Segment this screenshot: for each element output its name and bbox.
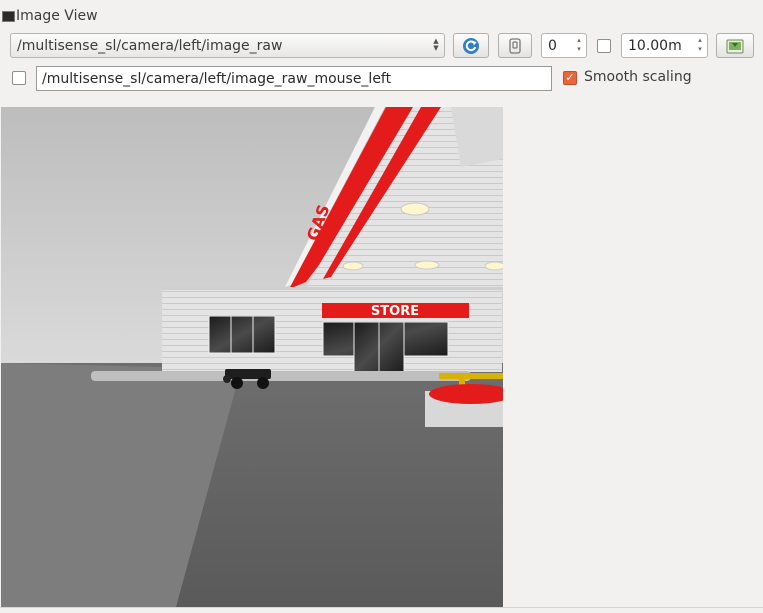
store-window [208, 315, 276, 354]
robot-wheel [231, 377, 243, 389]
distance-spinbox-value: 10.00m [628, 37, 682, 54]
distance-checkbox[interactable] [597, 39, 611, 53]
mouse-topic-value: /multisense_sl/camera/left/image_raw_mou… [42, 70, 392, 87]
rotate-icon [509, 37, 521, 54]
save-image-icon [726, 39, 744, 53]
rotation-spinbox[interactable]: 0 ▴ ▾ [541, 33, 587, 58]
sidewalk-curb [91, 371, 471, 381]
canopy-light [414, 260, 440, 270]
rotate-button[interactable] [498, 33, 532, 58]
refresh-button[interactable] [453, 33, 489, 58]
title-bar: Image View [0, 6, 98, 26]
robot-wheel [257, 377, 269, 389]
rotation-spinbox-value: 0 [548, 37, 557, 54]
save-image-button[interactable] [716, 33, 754, 58]
distance-spinbox[interactable]: 10.00m ▴ ▾ [621, 33, 708, 58]
camera-image-view[interactable]: GAS STORE [1, 107, 503, 607]
yellow-barrier [439, 373, 503, 379]
canopy-light [400, 202, 430, 216]
publish-mouse-checkbox[interactable] [12, 71, 26, 85]
window-title: Image View [16, 8, 98, 24]
canopy-light [484, 261, 503, 271]
robot-wheel [223, 375, 231, 383]
bottom-divider [0, 607, 763, 608]
mouse-topic-input[interactable]: /multisense_sl/camera/left/image_raw_mou… [36, 66, 552, 91]
spin-arrows-icon[interactable]: ▴ ▾ [695, 36, 705, 55]
smooth-scaling-label: Smooth scaling [584, 69, 692, 85]
refresh-icon [463, 37, 479, 54]
store-roofline [162, 287, 502, 290]
spin-arrows-icon[interactable]: ▴ ▾ [574, 36, 584, 55]
smooth-scaling-checkbox[interactable]: ✓ [563, 71, 577, 85]
store-sign-text: STORE [371, 304, 419, 319]
topic-combobox[interactable]: /multisense_sl/camera/left/image_raw ▲ ▼ [10, 33, 445, 58]
camera-image: GAS STORE [1, 107, 503, 607]
topic-combobox-value: /multisense_sl/camera/left/image_raw [17, 37, 283, 54]
updown-arrows-icon: ▲ ▼ [433, 37, 439, 52]
window-icon [2, 10, 15, 22]
canopy-light [342, 261, 364, 271]
